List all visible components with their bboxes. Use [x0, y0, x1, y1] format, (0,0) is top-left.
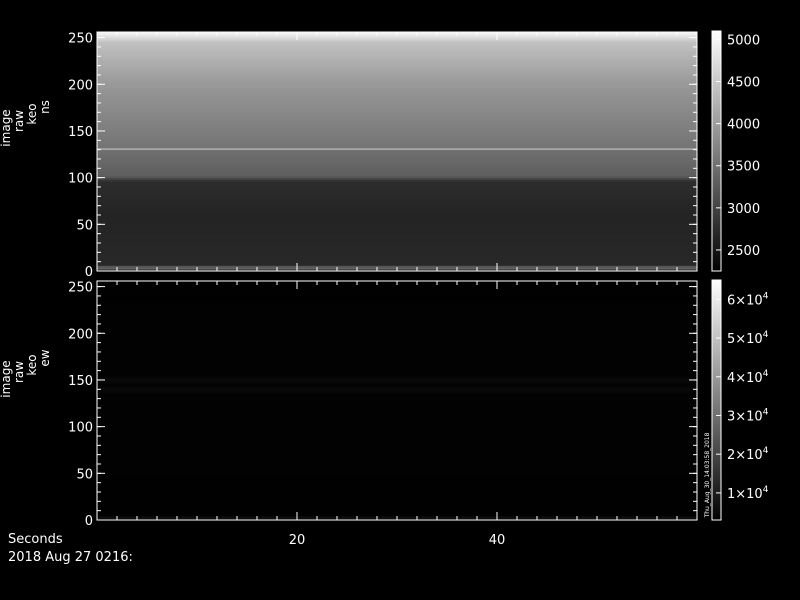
y-axis-label-line: raw	[12, 361, 26, 383]
colorbar-tick-label: 6×104	[727, 291, 769, 308]
y-axis-label-line: ew	[38, 349, 52, 366]
x-axis-label: Seconds	[8, 532, 63, 547]
y-axis-label-ns: image raw keo ns	[0, 100, 52, 147]
y-tick-label: 200	[68, 78, 93, 93]
colorbar-tick-label: 5000	[727, 33, 760, 48]
y-tick-label: 100	[68, 172, 93, 187]
x-tick-label: 40	[489, 533, 506, 548]
colorbar-tick-label: 3500	[727, 160, 760, 175]
colorbar-tick-label: 5×104	[727, 330, 769, 347]
keogram-image-ns	[97, 32, 697, 272]
panel-ew: 0 50 100 150 200 250 20 40 image raw keo ew 1×104 2×1…	[0, 279, 769, 548]
colorbar-tick-label: 1×104	[727, 485, 769, 502]
colorbar-tick-label: 4500	[727, 76, 760, 91]
y-tick-label: 100	[68, 421, 93, 436]
date-label: 2018 Aug 27 0216:	[8, 550, 133, 565]
timestamp-text: Thu_Aug_30_14:03:58_2018	[704, 432, 711, 518]
colorbar-tick-label: 2500	[727, 244, 760, 259]
colorbar-tick-label: 2×104	[727, 446, 769, 463]
colorbar-ew	[711, 279, 722, 521]
panel-ns: 0 50 100 150 200 250 image raw keo ns 2500 3000 3500…	[0, 30, 760, 280]
keogram-figure: 050100150200250image raw keo ns250030003500…	[0, 30, 769, 548]
x-tick-label: 20	[289, 533, 306, 548]
y-tick-label: 250	[68, 32, 93, 47]
keogram-image-ew	[97, 281, 697, 521]
y-axis-label-ew: image raw keo ew	[0, 349, 52, 397]
y-axis-label-line: ns	[38, 100, 52, 114]
colorbar-tick-label: 4×104	[727, 369, 769, 386]
y-tick-label: 200	[68, 327, 93, 342]
y-tick-label: 0	[85, 265, 93, 280]
y-tick-label: 50	[76, 218, 93, 233]
colorbar-ns	[711, 30, 722, 272]
y-tick-label: 0	[85, 514, 93, 529]
y-tick-label: 150	[68, 374, 93, 389]
colorbar-tick-label: 4000	[727, 118, 760, 133]
y-tick-label: 250	[68, 281, 93, 296]
y-tick-label: 150	[68, 125, 93, 140]
y-axis-label-line: keo	[25, 103, 39, 124]
colorbar-tick-label: 3×104	[727, 407, 769, 424]
colorbar-tick-label: 3000	[727, 202, 760, 217]
y-axis-label-line: raw	[12, 110, 26, 132]
y-tick-label: 50	[76, 467, 93, 482]
y-axis-label-line: keo	[25, 354, 39, 375]
